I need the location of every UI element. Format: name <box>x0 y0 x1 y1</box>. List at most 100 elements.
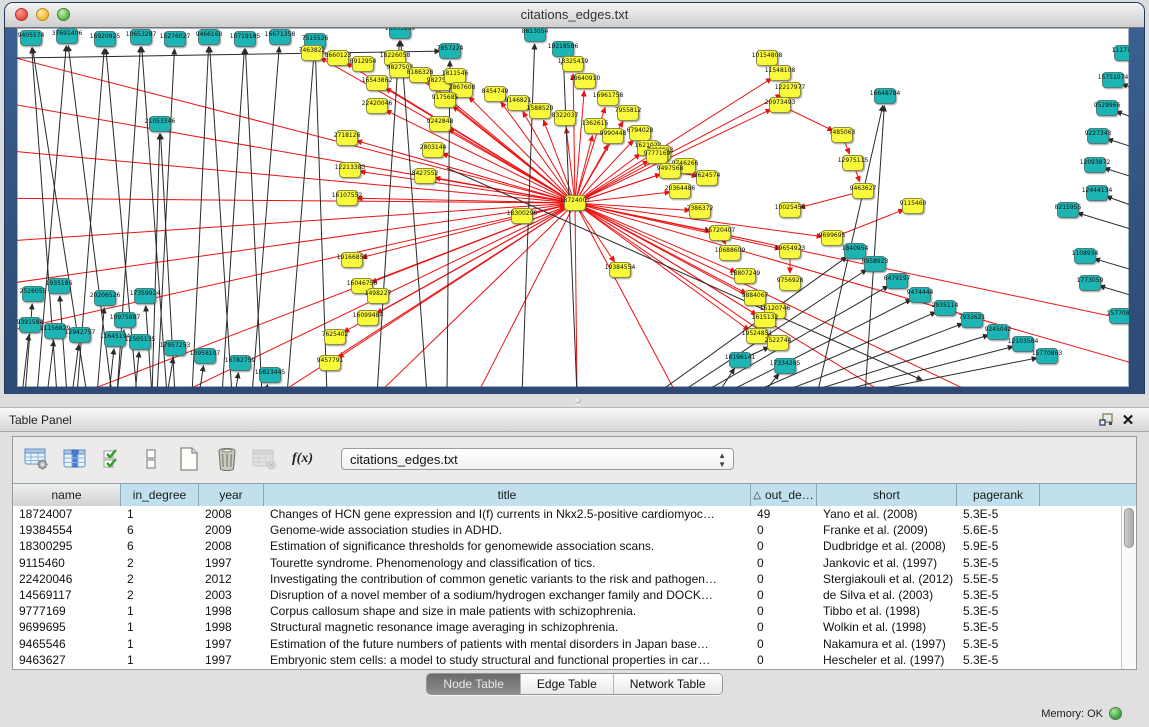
node-table: namein_degree year title△out_de…shortpager… <box>13 483 1136 669</box>
function-builder-icon[interactable]: f(x) <box>289 446 316 472</box>
table-row[interactable]: 1830029562008Estimation of significance … <box>13 538 1136 554</box>
cell: 0 <box>751 571 817 587</box>
cell: 9777169 <box>13 603 121 619</box>
tab-edge-table[interactable]: Edge Table <box>520 674 613 694</box>
cell: 19384554 <box>13 522 121 538</box>
cell: 2 <box>121 571 199 587</box>
graph-node-label: 18300295 <box>507 210 538 217</box>
column-header-title[interactable]: title <box>264 484 751 506</box>
new-table-icon[interactable] <box>175 446 202 472</box>
window-titlebar[interactable]: citations_edges.txt <box>5 3 1144 28</box>
cell: 5.3E-5 <box>957 619 1040 635</box>
status-bar: Memory: OK <box>0 699 1149 727</box>
cell: 5.3E-5 <box>957 603 1040 619</box>
table-tabs: Node TableEdge TableNetwork Table <box>0 673 1149 695</box>
cell: 0 <box>751 603 817 619</box>
column-header-label: out_de… <box>765 488 814 502</box>
cell: Investigating the contribution of common… <box>264 571 751 587</box>
select-columns-icon[interactable] <box>61 446 88 472</box>
graph-node-label: 16648784 <box>870 90 901 97</box>
graph-node-label: 20973493 <box>765 99 796 106</box>
splitter-grip-icon[interactable] <box>575 398 581 404</box>
graph-node-label: 1498227 <box>365 290 392 297</box>
table-body: 1872400712008Changes of HCN gene express… <box>13 506 1136 669</box>
column-header-label: year <box>219 488 242 502</box>
tab-network-table[interactable]: Network Table <box>613 674 722 694</box>
graph-node-label: 7386372 <box>687 205 714 212</box>
graph-node-label: 9884067 <box>742 292 769 299</box>
tab-node-table[interactable]: Node Table <box>427 674 520 694</box>
graph-node-label: 8958923 <box>862 258 889 265</box>
graph-node-label: 10688609 <box>715 247 746 254</box>
cell: 1998 <box>199 619 264 635</box>
graph-node-label: 1840954 <box>842 245 869 252</box>
cell: Stergiakouli et al. (2012) <box>817 571 957 587</box>
graph-node-label: 2867608 <box>449 84 476 91</box>
table-row[interactable]: 977716911998Corpus callosum shape and si… <box>13 603 1136 619</box>
table-row[interactable]: 2242004622012Investigating the contribut… <box>13 571 1136 587</box>
table-row[interactable]: 1456911722003Disruption of a novel membe… <box>13 587 1136 603</box>
close-icon[interactable]: ✕ <box>1117 411 1139 429</box>
graph-node-label: 7485063 <box>829 129 856 136</box>
table-settings-icon[interactable] <box>23 446 50 472</box>
memory-status-label: Memory: OK <box>1041 708 1103 720</box>
cell: Embryonic stem cells: a model to study s… <box>264 652 751 668</box>
table-row[interactable]: 946554611997Estimation of the future num… <box>13 636 1136 652</box>
cell: 2008 <box>199 538 264 554</box>
citation-network-graph[interactable]: 9405574376914061692092510653287152760279… <box>17 28 1129 387</box>
vertical-scrollbar[interactable] <box>1121 506 1136 669</box>
cell: 18724007 <box>13 506 121 522</box>
column-header-in_degree[interactable]: in_degree <box>121 484 199 506</box>
table-row[interactable]: 969969511998Structural magnetic resonanc… <box>13 619 1136 635</box>
memory-ok-indicator[interactable] <box>1109 707 1122 720</box>
table-select-dropdown[interactable]: citations_edges.txt ▲▼ <box>341 448 734 470</box>
graph-node-label: 1108934 <box>1072 250 1099 257</box>
cell: 1 <box>121 636 199 652</box>
graph-node-label: 12217977 <box>775 84 806 91</box>
graph-node-label: 9497568 <box>657 165 684 172</box>
graph-node-label: 16046756 <box>347 280 378 287</box>
graph-node-label: 16120746 <box>760 305 791 312</box>
graph-node-label: 9990448 <box>600 130 627 137</box>
cell: 14569117 <box>13 587 121 603</box>
column-header-year[interactable]: year <box>199 484 264 506</box>
table-row[interactable]: 911546021997Tourette syndrome. Phenomeno… <box>13 555 1136 571</box>
graph-node-label: 11156829 <box>40 325 71 332</box>
cell: 1997 <box>199 652 264 668</box>
cell: 5.3E-5 <box>957 636 1040 652</box>
cell: 9463627 <box>13 652 121 668</box>
column-header-name[interactable]: name <box>13 484 121 506</box>
graph-node-label: 8454749 <box>482 88 509 95</box>
dropdown-arrows-icon: ▲▼ <box>718 451 726 469</box>
network-canvas[interactable]: 9405574376914061692092510653287152760279… <box>17 28 1129 387</box>
delete-table-icon[interactable] <box>213 446 240 472</box>
panel-splitter[interactable] <box>0 394 1149 407</box>
graph-node-label: 15823445 <box>255 369 286 376</box>
graph-node-label: 9777169 <box>644 150 671 157</box>
cell: Tourette syndrome. Phenomenology and cla… <box>264 555 751 571</box>
cell: 1 <box>121 506 199 522</box>
column-header-short[interactable]: short <box>817 484 957 506</box>
float-window-icon[interactable] <box>1095 411 1117 429</box>
table-row[interactable]: 1872400712008Changes of HCN gene express… <box>13 506 1136 522</box>
table-panel-body: f(x) citations_edges.txt ▲▼ namein_degre… <box>0 432 1149 727</box>
table-row[interactable]: 1938455462009Genome-wide association stu… <box>13 522 1136 538</box>
table-row[interactable]: 946362711997Embryonic stem cells: a mode… <box>13 652 1136 668</box>
unselect-all-icon[interactable] <box>137 446 164 472</box>
graph-node-label: 1773059 <box>1077 277 1104 284</box>
column-header-out_de[interactable]: △out_de… <box>751 484 817 506</box>
graph-node-label: 9146821 <box>505 97 532 104</box>
cell: 1998 <box>199 603 264 619</box>
graph-node-label: 17957253 <box>160 342 191 349</box>
graph-node-label: 2935114 <box>932 302 959 309</box>
cell: 1 <box>121 619 199 635</box>
graph-node-label: 16961758 <box>593 92 624 99</box>
column-header-pagerank[interactable]: pagerank <box>957 484 1040 506</box>
cell: 9699695 <box>13 619 121 635</box>
scrollbar-thumb[interactable] <box>1124 508 1134 548</box>
graph-node-label: 18724007 <box>560 197 591 204</box>
cell: 0 <box>751 636 817 652</box>
select-all-icon[interactable] <box>99 446 126 472</box>
cell: 0 <box>751 652 817 668</box>
graph-node-label: 16920925 <box>90 33 121 40</box>
